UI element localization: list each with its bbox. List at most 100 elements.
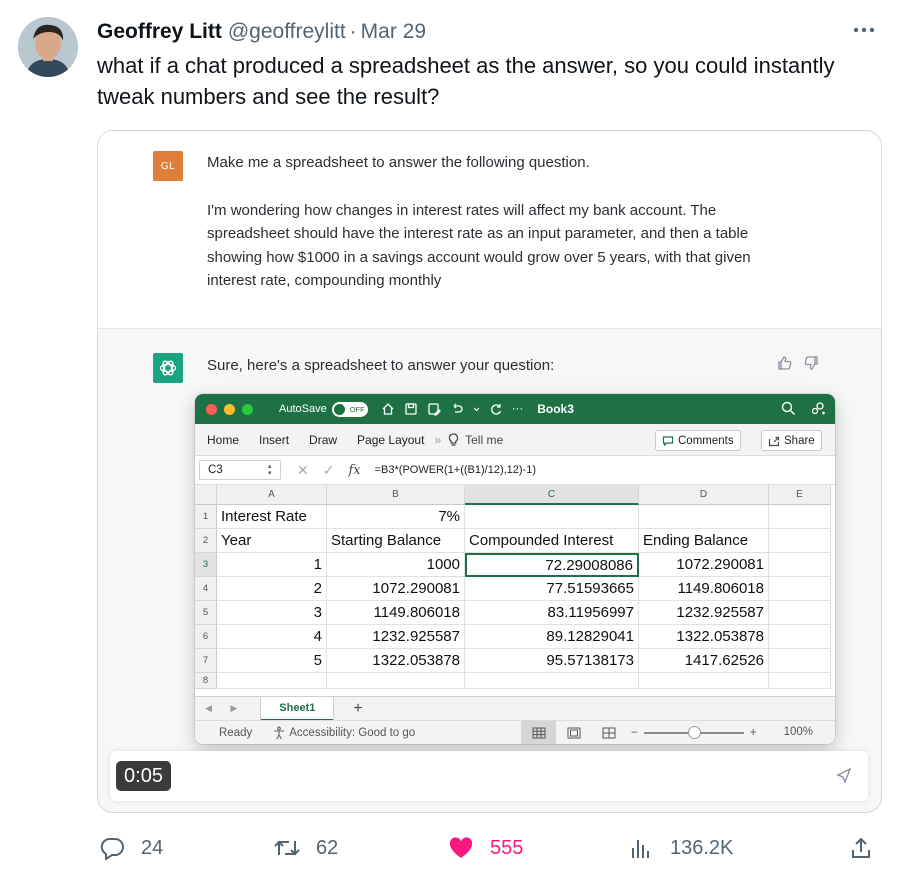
author-name[interactable]: Geoffrey Litt xyxy=(97,20,222,44)
ribbon-overflow-chevron[interactable]: » xyxy=(434,433,441,447)
row-header-7[interactable]: 7 xyxy=(195,649,217,673)
cell-a2[interactable]: Year xyxy=(217,529,327,553)
cell-a1[interactable]: Interest Rate xyxy=(217,505,327,529)
zoom-out-button[interactable]: − xyxy=(631,727,638,739)
row-header-4[interactable]: 4 xyxy=(195,577,217,601)
ribbon-tab-draw[interactable]: Draw xyxy=(309,433,337,447)
row-header-5[interactable]: 5 xyxy=(195,601,217,625)
cell-b5[interactable]: 1149.806018 xyxy=(327,601,465,625)
cell-e3[interactable] xyxy=(769,553,831,577)
page-layout-view-icon[interactable] xyxy=(556,721,591,744)
zoom-level[interactable]: 100% xyxy=(784,726,813,738)
more-commands-icon[interactable]: ··· xyxy=(512,403,524,415)
cell-c6[interactable]: 89.12829041 xyxy=(465,625,639,649)
sheet-nav-arrows[interactable]: ◀ ▶ xyxy=(205,703,245,714)
column-header-c[interactable]: C xyxy=(465,485,639,505)
name-box[interactable]: C3 xyxy=(199,460,281,480)
like-button[interactable]: 555 xyxy=(446,830,523,866)
cell-c1[interactable] xyxy=(465,505,639,529)
minimize-window-button[interactable] xyxy=(224,403,235,415)
cell-b1[interactable]: 7% xyxy=(327,505,465,529)
redo-icon[interactable] xyxy=(489,402,503,416)
views-button[interactable]: 136.2K xyxy=(626,830,733,866)
autosave-toggle[interactable]: OFF xyxy=(331,401,368,417)
row-header-2[interactable]: 2 xyxy=(195,529,217,553)
cell-d1[interactable] xyxy=(639,505,769,529)
cell-d4[interactable]: 1149.806018 xyxy=(639,577,769,601)
cell-d6[interactable]: 1322.053878 xyxy=(639,625,769,649)
cell-a8[interactable] xyxy=(217,673,327,689)
cell-c2[interactable]: Compounded Interest xyxy=(465,529,639,553)
cell-e4[interactable] xyxy=(769,577,831,601)
cell-c7[interactable]: 95.57138173 xyxy=(465,649,639,673)
cell-b3[interactable]: 1000 xyxy=(327,553,465,577)
select-all-corner[interactable] xyxy=(195,485,217,505)
thumbs-up-icon[interactable] xyxy=(777,355,793,371)
cell-d3[interactable]: 1072.290081 xyxy=(639,553,769,577)
cell-c8[interactable] xyxy=(465,673,639,689)
cell-a6[interactable]: 4 xyxy=(217,625,327,649)
zoom-slider-knob[interactable] xyxy=(687,726,701,739)
home-icon[interactable] xyxy=(381,402,395,416)
ribbon-tab-home[interactable]: Home xyxy=(207,433,239,447)
enter-icon[interactable]: ✓ xyxy=(323,462,335,479)
cell-b7[interactable]: 1322.053878 xyxy=(327,649,465,673)
row-header-1[interactable]: 1 xyxy=(195,505,217,529)
row-header-3[interactable]: 3 xyxy=(195,553,217,577)
cell-e7[interactable] xyxy=(769,649,831,673)
row-header-8[interactable]: 8 xyxy=(195,673,217,689)
save-icon[interactable] xyxy=(404,402,418,416)
cell-d2[interactable]: Ending Balance xyxy=(639,529,769,553)
cell-a4[interactable]: 2 xyxy=(217,577,327,601)
thumbs-down-icon[interactable] xyxy=(803,355,819,371)
cell-d7[interactable]: 1417.62526 xyxy=(639,649,769,673)
cell-d8[interactable] xyxy=(639,673,769,689)
ribbon-tab-insert[interactable]: Insert xyxy=(259,433,289,447)
undo-icon[interactable] xyxy=(450,402,464,416)
cell-d5[interactable]: 1232.925587 xyxy=(639,601,769,625)
undo-dropdown-icon[interactable] xyxy=(473,402,480,416)
tell-me-search[interactable]: Tell me xyxy=(447,433,503,447)
cell-b4[interactable]: 1072.290081 xyxy=(327,577,465,601)
normal-view-icon[interactable] xyxy=(521,721,556,744)
zoom-slider[interactable] xyxy=(643,726,744,739)
cell-b6[interactable]: 1232.925587 xyxy=(327,625,465,649)
cell-c4[interactable]: 77.51593665 xyxy=(465,577,639,601)
reply-button[interactable]: 24 xyxy=(97,830,163,866)
cell-e6[interactable] xyxy=(769,625,831,649)
cancel-icon[interactable]: ✕ xyxy=(297,462,309,479)
retweet-button[interactable]: 62 xyxy=(272,830,338,866)
close-window-button[interactable] xyxy=(206,403,217,415)
cell-b8[interactable] xyxy=(327,673,465,689)
accessibility-status[interactable]: Accessibility: Good to go xyxy=(272,726,415,740)
zoom-window-button[interactable] xyxy=(242,403,253,415)
share-people-icon[interactable] xyxy=(810,401,825,416)
comments-button[interactable]: Comments xyxy=(655,430,741,451)
more-options-icon[interactable] xyxy=(850,16,878,44)
cell-e8[interactable] xyxy=(769,673,831,689)
function-icon[interactable]: fx xyxy=(348,463,360,478)
save-as-icon[interactable] xyxy=(427,402,441,416)
add-sheet-button[interactable]: + xyxy=(353,700,362,718)
author-avatar[interactable] xyxy=(18,17,78,77)
column-header-a[interactable]: A xyxy=(217,485,327,505)
column-header-b[interactable]: B xyxy=(327,485,465,505)
cell-e5[interactable] xyxy=(769,601,831,625)
sheet-tab-sheet1[interactable]: Sheet1 xyxy=(261,696,334,721)
page-break-view-icon[interactable] xyxy=(591,721,626,744)
column-header-d[interactable]: D xyxy=(639,485,769,505)
send-icon[interactable] xyxy=(836,767,852,783)
share-button[interactable]: Share xyxy=(761,430,822,451)
share-tweet-button[interactable] xyxy=(846,830,876,866)
chat-input-box[interactable] xyxy=(110,751,868,801)
cell-a7[interactable]: 5 xyxy=(217,649,327,673)
cell-b2[interactable]: Starting Balance xyxy=(327,529,465,553)
tweet-media-video[interactable]: GL Make me a spreadsheet to answer the f… xyxy=(97,130,882,813)
ribbon-tab-page-layout[interactable]: Page Layout xyxy=(357,433,424,447)
cell-c3[interactable]: 72.29008086 xyxy=(465,553,639,577)
cell-e2[interactable] xyxy=(769,529,831,553)
formula-input[interactable]: =B3*(POWER(1+((B1)/12),12)-1) xyxy=(375,464,536,476)
cell-a5[interactable]: 3 xyxy=(217,601,327,625)
cell-e1[interactable] xyxy=(769,505,831,529)
zoom-in-button[interactable]: + xyxy=(750,727,757,739)
